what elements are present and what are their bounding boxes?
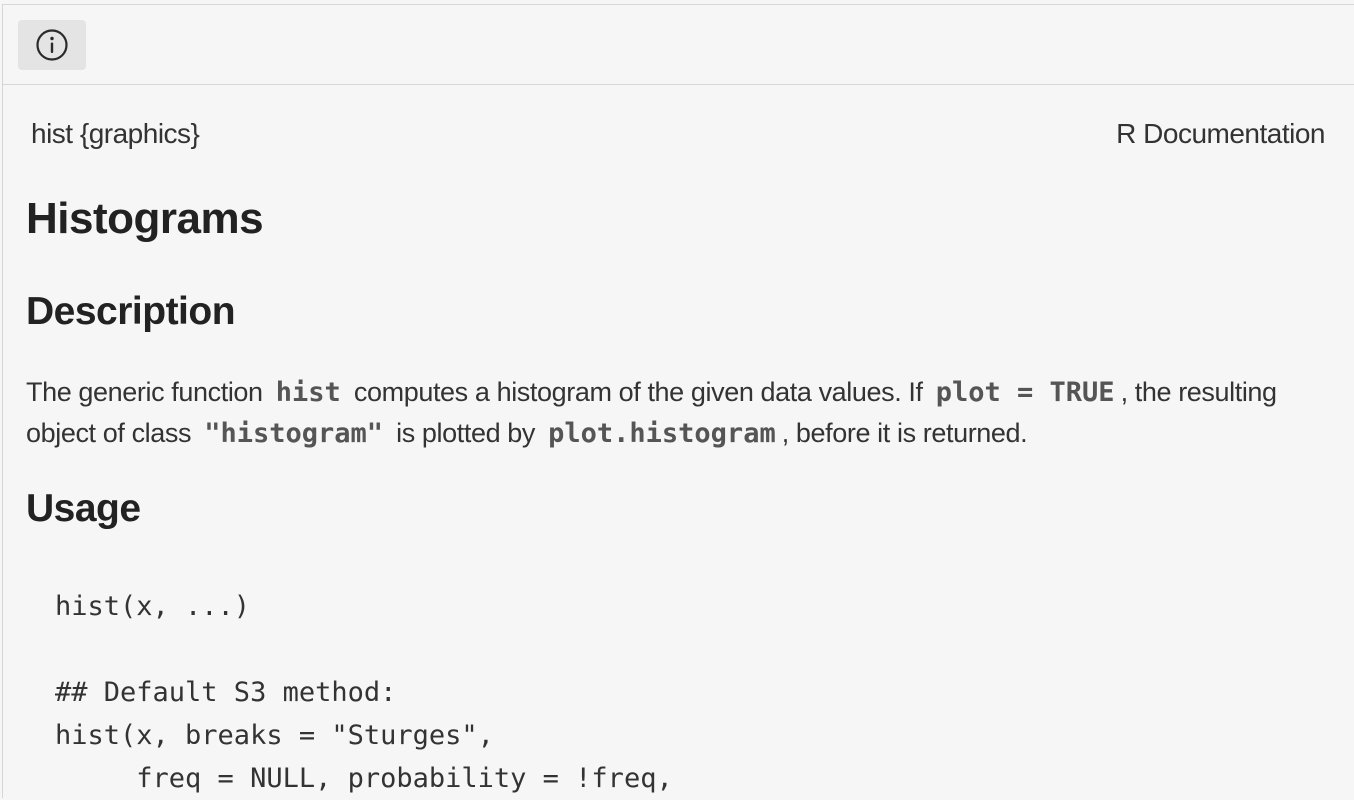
desc-text-2: computes a histogram of the given data v… (353, 377, 923, 407)
code-hist: hist (275, 377, 341, 408)
usage-line: hist(x, ...) (55, 591, 251, 622)
topic-label: hist {graphics} (31, 118, 200, 149)
code-plot-histogram: plot.histogram (548, 418, 776, 449)
desc-text-1: The generic function (26, 377, 263, 407)
code-plot-true: plot = TRUE (935, 377, 1115, 408)
usage-line (55, 628, 673, 671)
info-button[interactable] (18, 20, 86, 70)
usage-line: freq = NULL, probability = !freq, (55, 763, 673, 794)
usage-heading: Usage (26, 487, 141, 530)
usage-code-block: hist(x, ...) ## Default S3 method: hist(x,… (55, 585, 673, 800)
doc-source-label: R Documentation (1116, 118, 1325, 149)
desc-text-5: , before it is returned. (781, 418, 1028, 448)
usage-line: hist(x, breaks = "Sturges", (55, 720, 494, 751)
desc-text-4: is plotted by (396, 418, 536, 448)
description-heading: Description (26, 290, 236, 333)
description-text: The generic function hist computes a his… (26, 372, 1326, 454)
usage-line: ## Default S3 method: (55, 677, 397, 708)
info-circle-icon (35, 28, 69, 62)
page-title: Histograms (26, 194, 264, 243)
help-toolbar (3, 5, 1354, 85)
code-histogram-class: "histogram" (204, 418, 384, 449)
